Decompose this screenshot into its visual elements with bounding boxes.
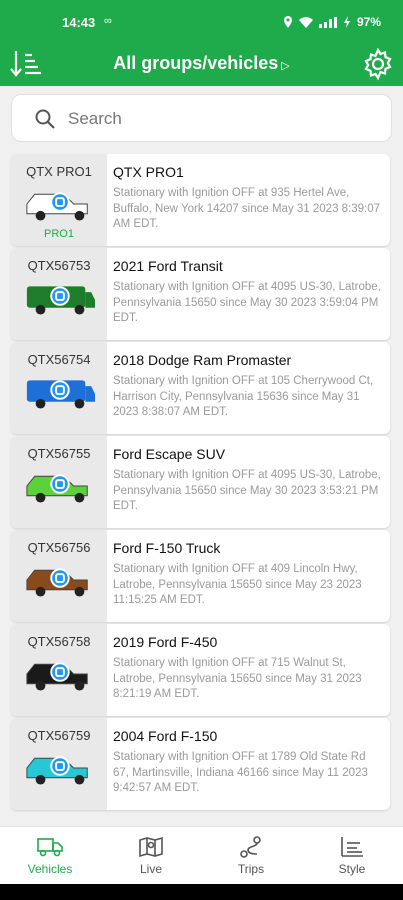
route-icon: [240, 836, 261, 858]
search-input[interactable]: Search: [68, 109, 122, 129]
vehicle-name: Ford F-150 Truck: [113, 540, 221, 556]
app-bar: All groups/vehicles ▷: [0, 44, 403, 86]
tab-vehicles-label: Vehicles: [27, 862, 73, 876]
vehicle-code: QTX56754: [27, 352, 91, 367]
vehicle-icon: [26, 192, 88, 221]
chart-icon: [341, 837, 363, 857]
vehicle-list: QTX PRO1 PRO1 QTX PRO1 Stationary with Igni…: [11, 154, 390, 812]
tab-live[interactable]: Live: [111, 835, 191, 876]
search-field[interactable]: Search: [11, 94, 392, 142]
vehicle-code: QTX PRO1: [26, 164, 92, 179]
vehicle-code: QTX56755: [27, 446, 91, 461]
vehicle-card[interactable]: QTX PRO1 PRO1 QTX PRO1 Stationary with Igni…: [11, 154, 390, 246]
vehicle-code: QTX56758: [27, 634, 91, 649]
vehicle-icon: [26, 568, 88, 597]
search-icon: [35, 109, 55, 129]
vehicle-status: Stationary with Ignition OFF at 409 Linc…: [113, 563, 362, 606]
truck-icon: [37, 838, 63, 857]
dropdown-triangle-icon: ▷: [281, 60, 290, 72]
vehicle-status: Stationary with Ignition OFF at 4095 US-…: [113, 281, 381, 324]
vehicle-icon: [26, 662, 88, 691]
group-selector[interactable]: All groups/vehicles ▷: [0, 53, 403, 74]
tab-style-label: Style: [338, 862, 366, 876]
status-icons: 97%: [283, 15, 381, 29]
vehicle-icon: [26, 474, 88, 503]
vehicle-name: 2019 Ford F-450: [113, 634, 218, 650]
vehicle-code: QTX56756: [27, 540, 91, 555]
vehicle-name: 2018 Dodge Ram Promaster: [113, 352, 292, 368]
vehicle-name: Ford Escape SUV: [113, 446, 226, 462]
page-title: All groups/vehicles: [113, 53, 279, 73]
vehicle-card[interactable]: QTX56759 2004 Ford F-150 Stationary with I…: [11, 718, 390, 810]
vehicle-card[interactable]: QTX56755 Ford Escape SUV Stationary with I…: [11, 436, 390, 528]
tab-style[interactable]: Style: [312, 835, 392, 876]
vehicle-status: Stationary with Ignition OFF at 105 Cher…: [113, 375, 374, 418]
vehicle-icon: [26, 286, 96, 315]
map-icon: [139, 836, 163, 858]
battery-percent: 97%: [356, 15, 381, 29]
vehicle-name: QTX PRO1: [113, 164, 184, 180]
notification-icon: ∞: [104, 15, 112, 27]
vehicle-card[interactable]: QTX56758 2019 Ford F-450 Stationary with I…: [11, 624, 390, 716]
vehicle-group: PRO1: [44, 228, 74, 240]
vehicle-card[interactable]: QTX56754 2018 Dodge Ram Promaster Stationa…: [11, 342, 390, 434]
status-bar: 14:43 ∞ 97%: [0, 0, 403, 44]
vehicle-code: QTX56753: [27, 258, 91, 273]
tab-live-label: Live: [139, 862, 162, 876]
vehicle-status: Stationary with Ignition OFF at 935 Hert…: [113, 187, 381, 230]
vehicle-card[interactable]: QTX56756 Ford F-150 Truck Stationary with …: [11, 530, 390, 622]
settings-button[interactable]: [361, 47, 395, 81]
vehicle-name: 2021 Ford Transit: [113, 258, 223, 274]
signal-icon: [318, 16, 337, 28]
tab-trips-label: Trips: [237, 862, 265, 876]
vehicle-status: Stationary with Ignition OFF at 715 Waln…: [113, 657, 362, 700]
vehicle-name: 2004 Ford F-150: [113, 728, 218, 744]
vehicle-icon: [26, 380, 96, 409]
tab-vehicles[interactable]: Vehicles: [10, 835, 90, 876]
vehicle-status: Stationary with Ignition OFF at 4095 US-…: [113, 469, 381, 512]
vehicle-code: QTX56759: [27, 728, 91, 743]
battery-icon: [343, 16, 350, 28]
gear-icon: [364, 47, 392, 81]
location-icon: [283, 16, 292, 28]
wifi-icon: [298, 16, 313, 28]
tab-trips[interactable]: Trips: [211, 835, 291, 876]
vehicle-card[interactable]: QTX56753 2021 Ford Transit Stationary with…: [11, 248, 390, 340]
bottom-nav: Vehicles Live Trips Style: [0, 826, 403, 884]
vehicle-status: Stationary with Ignition OFF at 1789 Old…: [113, 751, 368, 794]
status-time: 14:43: [62, 15, 96, 30]
vehicle-icon: [26, 756, 88, 785]
system-nav-bar: [0, 884, 403, 900]
